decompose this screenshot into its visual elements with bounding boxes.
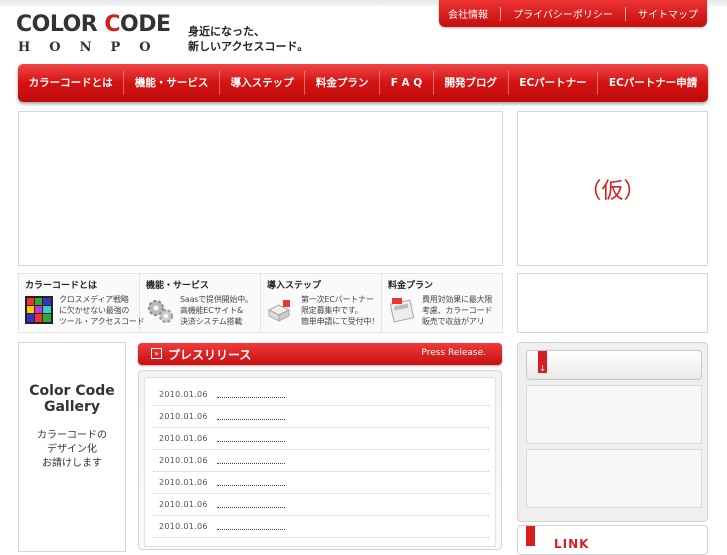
right-sidebar: ↓ xyxy=(517,342,708,522)
nav-item-blog[interactable]: 開発ブログ xyxy=(434,71,509,95)
news-date: 2010.01.06 xyxy=(159,456,208,465)
nav-item-features[interactable]: 機能・サービス xyxy=(124,71,221,95)
main-nav: カラーコードとは 機能・サービス 導入ステップ 料金プラン F A Q 開発ブロ… xyxy=(18,64,708,102)
list-item[interactable]: 2010.01.06 xyxy=(153,516,489,538)
gear-icon xyxy=(148,300,173,323)
site-logo[interactable]: COLOR CODE HONPO xyxy=(16,12,176,56)
list-item[interactable]: 2010.01.06 xyxy=(153,428,489,450)
feature-pricing[interactable]: 料金プラン 費用対効果に最大限 考慮、カラーコード 販売で収益がアリ xyxy=(382,274,502,332)
news-date: 2010.01.06 xyxy=(159,390,208,399)
right-sidebar-panel xyxy=(526,385,702,444)
feature-text: 第一次ECパートナー 限定募集中です。 簡単申請にて受付中！ xyxy=(301,295,379,326)
blocks-icon xyxy=(267,300,291,322)
nav-item-about[interactable]: カラーコードとは xyxy=(18,71,125,95)
news-link[interactable] xyxy=(217,441,285,442)
logo-subtitle: HONPO xyxy=(18,40,170,55)
link-section: LINK xyxy=(517,525,708,555)
util-link-company[interactable]: 会社情報 xyxy=(442,6,494,21)
link-heading: LINK xyxy=(554,537,590,551)
divider xyxy=(500,6,502,21)
logo-wordmark: COLOR CODE xyxy=(16,12,171,37)
feature-text: Saasで提供開始中。 高機能ECサイト& 決済システム搭載 xyxy=(180,295,253,326)
news-date: 2010.01.06 xyxy=(159,434,208,443)
list-item[interactable]: 2010.01.06 xyxy=(153,384,489,406)
press-release-header: » プレスリリース Press Release. xyxy=(138,343,502,365)
news-date: 2010.01.06 xyxy=(159,500,208,509)
placeholder-text: （仮） xyxy=(579,178,646,204)
util-link-sitemap[interactable]: サイトマップ xyxy=(632,6,704,21)
news-link[interactable] xyxy=(217,419,285,420)
feature-steps[interactable]: 導入ステップ 第一次ECパートナー 限定募集中です。 簡単申請にて受付中！ xyxy=(261,274,382,332)
color-grid-icon xyxy=(25,296,53,324)
list-item[interactable]: 2010.01.06 xyxy=(153,472,489,494)
nav-item-ec-partner-apply[interactable]: ECパートナー申請 xyxy=(598,71,708,95)
nav-item-steps[interactable]: 導入ステップ xyxy=(220,71,306,95)
feature-strip: カラーコードとは クロスメディア戦略 に欠かせない最強の ツール・アクセスコード… xyxy=(18,273,503,333)
feature-title: 導入ステップ xyxy=(267,281,322,291)
nav-item-faq[interactable]: F A Q xyxy=(380,71,434,95)
press-release-title: プレスリリース xyxy=(168,348,252,362)
list-item[interactable]: 2010.01.06 xyxy=(153,494,489,516)
gallery-banner[interactable]: Color Code Gallery カラーコードの デザイン化 お請けします xyxy=(18,342,126,552)
news-link[interactable] xyxy=(217,529,285,530)
gallery-text: カラーコードの デザイン化 お請けします xyxy=(37,430,107,469)
right-sidebar-tab[interactable]: ↓ xyxy=(526,350,702,380)
feature-about[interactable]: カラーコードとは クロスメディア戦略 に欠かせない最強の ツール・アクセスコード xyxy=(19,274,145,332)
down-arrow-icon: ↓ xyxy=(538,351,547,373)
list-item[interactable]: 2010.01.06 xyxy=(153,450,489,472)
nav-item-ec-partner[interactable]: ECパートナー xyxy=(509,71,599,95)
arrow-box-icon: » xyxy=(151,348,162,359)
feature-text: 費用対効果に最大限 考慮、カラーコード 販売で収益がアリ xyxy=(422,295,493,326)
press-release-inner: 2010.01.06 2010.01.06 2010.01.06 2010.01… xyxy=(144,377,496,547)
news-link[interactable] xyxy=(217,397,285,398)
tagline: 身近になった、 新しいアクセスコード。 xyxy=(188,25,309,53)
utility-nav: 会社情報 プライバシーポリシー サイトマップ xyxy=(439,0,707,27)
side-box-secondary xyxy=(517,273,708,333)
feature-services[interactable]: 機能・サービス Saasで提供開始中。 高機能ECサイト& 決済システム搭載 xyxy=(140,274,261,332)
press-release-subtitle: Press Release. xyxy=(421,348,486,358)
util-link-privacy[interactable]: プライバシーポリシー xyxy=(507,6,619,21)
news-link[interactable] xyxy=(217,507,285,508)
calculator-icon xyxy=(389,298,415,323)
link-marker xyxy=(526,526,535,546)
list-item[interactable]: 2010.01.06 xyxy=(153,406,489,428)
news-date: 2010.01.06 xyxy=(159,412,208,421)
side-promo-box: （仮） xyxy=(517,111,708,266)
feature-text: クロスメディア戦略 に欠かせない最強の ツール・アクセスコード xyxy=(59,295,145,326)
feature-title: 機能・サービス xyxy=(146,281,210,291)
hero-banner xyxy=(18,111,503,266)
news-date: 2010.01.06 xyxy=(159,478,208,487)
feature-title: 料金プラン xyxy=(388,281,434,291)
news-link[interactable] xyxy=(217,463,285,464)
divider xyxy=(624,6,626,21)
news-date: 2010.01.06 xyxy=(159,522,208,531)
right-sidebar-panel xyxy=(526,449,702,508)
press-release-list: 2010.01.06 2010.01.06 2010.01.06 2010.01… xyxy=(138,370,502,550)
nav-item-pricing[interactable]: 料金プラン xyxy=(305,71,381,95)
gallery-title: Color Code Gallery xyxy=(29,383,115,415)
news-link[interactable] xyxy=(217,485,285,486)
feature-title: カラーコードとは xyxy=(25,281,98,291)
